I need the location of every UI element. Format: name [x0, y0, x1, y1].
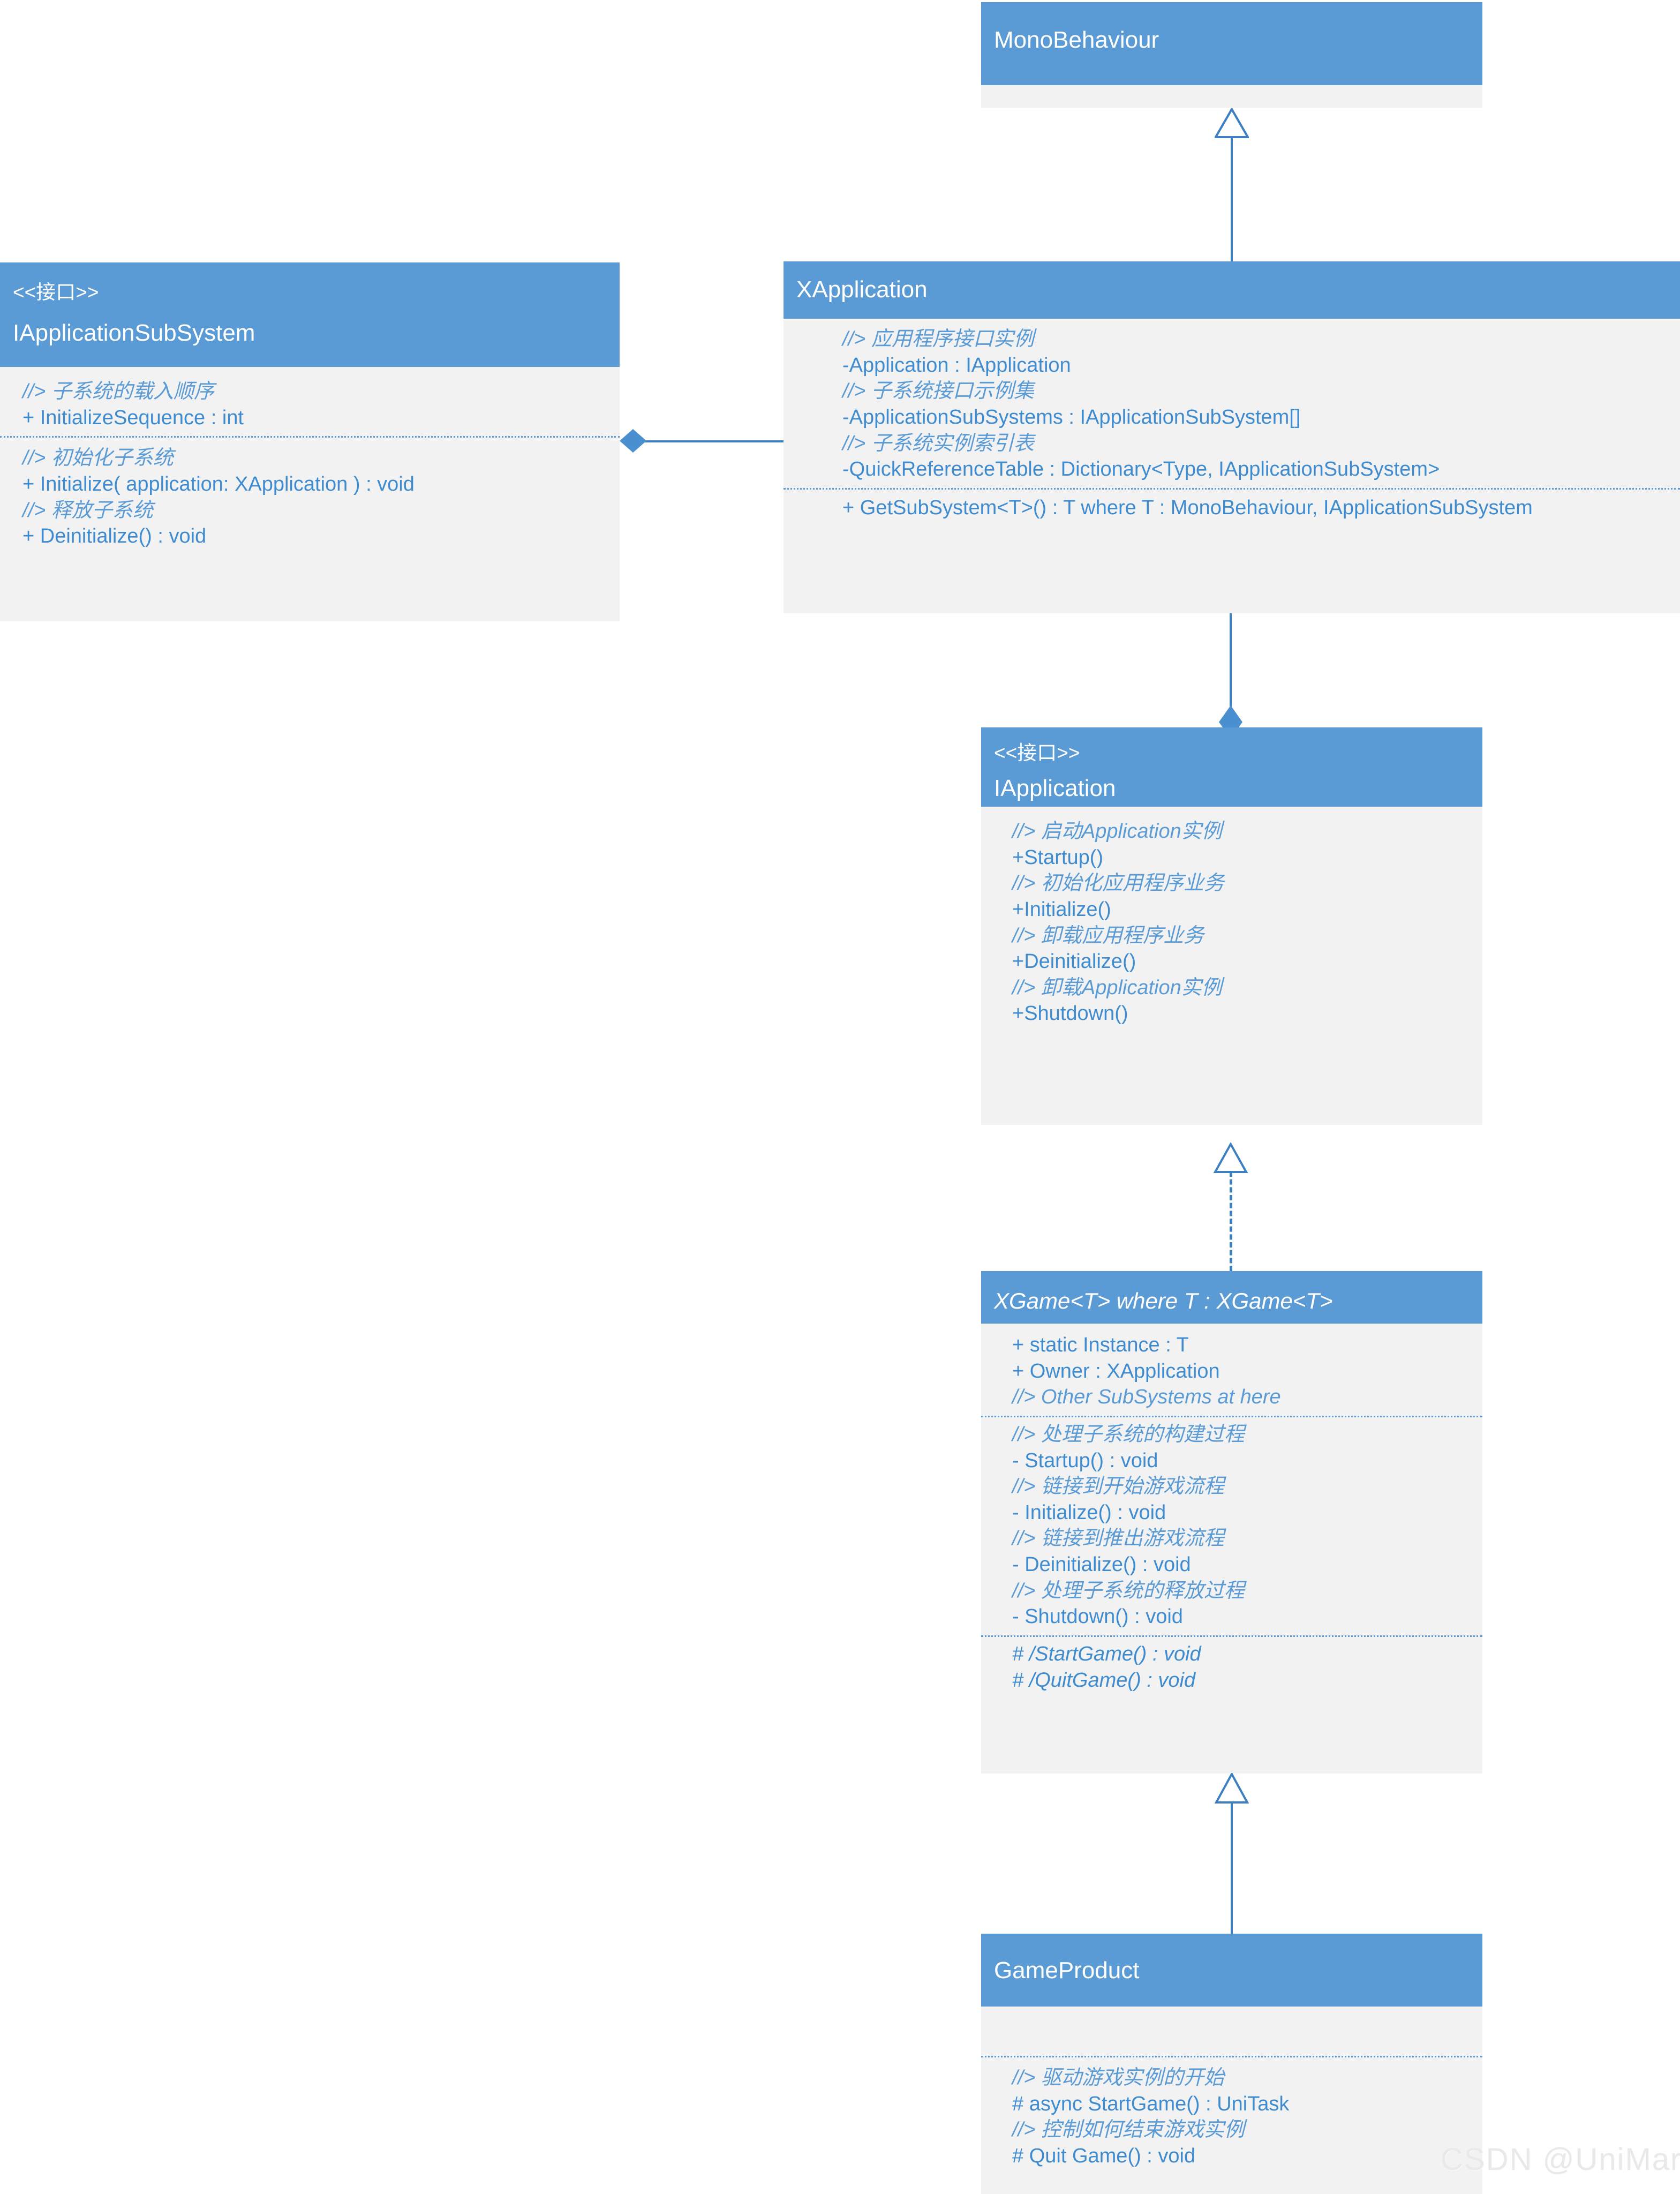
class-xgame-name: XGame<T> where T : XGame<T> — [994, 1288, 1333, 1313]
member-row: +Startup() — [1012, 846, 1104, 869]
class-iapplicationsubsystem[interactable]: <<接口>> IApplicationSubSystem //> 子系统的载入顺… — [0, 262, 620, 621]
class-iapplicationsubsystem-stereotype: <<接口>> — [13, 281, 99, 303]
class-xapplication-name: XApplication — [796, 276, 928, 303]
member-row: +Shutdown() — [1012, 1002, 1128, 1025]
member-row: //> 子系统实例索引表 — [842, 432, 1034, 455]
member-row: //> 链接到推出游戏流程 — [1012, 1527, 1224, 1550]
class-iapplicationsubsystem-name: IApplicationSubSystem — [13, 319, 255, 346]
member-row: //> 卸载Application实例 — [1012, 976, 1222, 999]
member-row: //> 初始化子系统 — [22, 447, 174, 470]
member-row: + Owner : XApplication — [1012, 1359, 1220, 1382]
generalization-arrow-monobehaviour — [1215, 108, 1249, 138]
class-gameproduct[interactable]: GameProduct //> 驱动游戏实例的开始 # async StartG… — [981, 1934, 1482, 2194]
class-xapplication-header: XApplication — [784, 261, 1680, 319]
class-xapplication-body: //> 应用程序接口实例 -Application : IApplication… — [784, 319, 1680, 613]
member-row: - Deinitialize() : void — [1012, 1553, 1191, 1576]
class-iapplication-body: //> 启动Application实例 +Startup() //> 初始化应用… — [981, 807, 1482, 1125]
compartment-operations: //> 驱动游戏实例的开始 # async StartGame() : UniT… — [981, 2056, 1482, 2175]
connector-xapplication-to-monobehaviour — [1231, 136, 1233, 261]
class-iapplicationsubsystem-body: //> 子系统的载入顺序 + InitializeSequence : int … — [0, 367, 620, 621]
class-xgame[interactable]: XGame<T> where T : XGame<T> + static Ins… — [981, 1271, 1482, 1774]
member-row: //> 释放子系统 — [22, 499, 153, 522]
member-row: # /StartGame() : void — [1012, 1642, 1201, 1665]
member-row: //> 驱动游戏实例的开始 — [1012, 2067, 1224, 2089]
compartment-attributes: + static Instance : T + Owner : XApplica… — [981, 1324, 1482, 1416]
class-iapplication-name: IApplication — [994, 775, 1116, 801]
connector-gameproduct-to-xgame — [1231, 1800, 1233, 1935]
class-xgame-header: XGame<T> where T : XGame<T> — [981, 1271, 1482, 1324]
class-monobehaviour-name: MonoBehaviour — [994, 27, 1159, 53]
compartment-attributes: //> 应用程序接口实例 -Application : IApplication… — [784, 319, 1680, 488]
member-row: + static Instance : T — [1012, 1334, 1189, 1356]
compartment-attributes: //> 子系统的载入顺序 + InitializeSequence : int — [0, 367, 620, 436]
member-row: //> 初始化应用程序业务 — [1012, 872, 1224, 895]
member-row: //> 卸载应用程序业务 — [1012, 924, 1204, 947]
member-row: + GetSubSystem<T>() : T where T : MonoBe… — [842, 496, 1533, 519]
member-row: + Deinitialize() : void — [22, 525, 207, 548]
member-row: //> 处理子系统的构建过程 — [1012, 1423, 1245, 1446]
generalization-arrow-xgame — [1215, 1773, 1249, 1804]
aggregation-diamond-iapplicationsubsystem — [620, 429, 646, 453]
compartment-attributes — [981, 2007, 1482, 2056]
member-row: + Initialize( application: XApplication … — [22, 472, 415, 495]
class-iapplicationsubsystem-header: <<接口>> IApplicationSubSystem — [0, 262, 620, 367]
connector-xapplication-to-iapplication — [1230, 613, 1232, 715]
class-gameproduct-name: GameProduct — [994, 1957, 1140, 1983]
class-xapplication[interactable]: XApplication //> 应用程序接口实例 -Application :… — [784, 261, 1680, 613]
member-row: //> 启动Application实例 — [1012, 820, 1222, 843]
member-row: -ApplicationSubSystems : IApplicationSub… — [842, 405, 1301, 429]
class-iapplication-header: <<接口>> IApplication — [981, 727, 1482, 807]
member-row: //> 处理子系统的释放过程 — [1012, 1579, 1245, 1602]
member-row: - Initialize() : void — [1012, 1501, 1166, 1524]
member-row: +Initialize() — [1012, 898, 1111, 921]
compartment-operations: //> 处理子系统的构建过程 - Startup() : void //> 链接… — [981, 1415, 1482, 1635]
class-iapplication[interactable]: <<接口>> IApplication //> 启动Application实例 … — [981, 727, 1482, 1125]
compartment-abstract-operations: # /StartGame() : void # /QuitGame() : vo… — [981, 1635, 1482, 1699]
class-monobehaviour[interactable]: MonoBehaviour — [981, 2, 1482, 108]
member-row: //> Other SubSystems at here — [1012, 1386, 1281, 1409]
member-row: # async StartGame() : UniTask — [1012, 2092, 1290, 2115]
member-row: //> 应用程序接口实例 — [842, 328, 1034, 350]
class-monobehaviour-body — [981, 85, 1482, 108]
class-iapplication-stereotype: <<接口>> — [994, 742, 1080, 764]
class-xgame-body: + static Instance : T + Owner : XApplica… — [981, 1324, 1482, 1774]
compartment-operations: + GetSubSystem<T>() : T where T : MonoBe… — [784, 487, 1680, 527]
member-row: //> 控制如何结束游戏实例 — [1012, 2118, 1245, 2142]
member-row: - Shutdown() : void — [1012, 1605, 1183, 1628]
member-row: //> 子系统接口示例集 — [842, 380, 1034, 403]
member-row: //> 子系统的载入顺序 — [22, 380, 214, 403]
connector-xgame-to-iapplication — [1230, 1171, 1232, 1271]
member-row: - Startup() : void — [1012, 1449, 1158, 1472]
member-row: + InitializeSequence : int — [22, 406, 244, 429]
member-row: +Deinitialize() — [1012, 950, 1136, 973]
member-row: //> 链接到开始游戏流程 — [1012, 1475, 1224, 1498]
class-gameproduct-header: GameProduct — [981, 1934, 1482, 2007]
class-gameproduct-body: //> 驱动游戏实例的开始 # async StartGame() : UniT… — [981, 2007, 1482, 2194]
member-row: # /QuitGame() : void — [1012, 1669, 1196, 1692]
realization-arrow-iapplication — [1213, 1143, 1248, 1173]
member-row: -Application : IApplication — [842, 354, 1071, 377]
compartment-operations: //> 启动Application实例 +Startup() //> 初始化应用… — [981, 807, 1482, 1032]
member-row: -QuickReferenceTable : Dictionary<Type, … — [842, 458, 1440, 481]
class-monobehaviour-header: MonoBehaviour — [981, 2, 1482, 85]
compartment-operations: //> 初始化子系统 + Initialize( application: XA… — [0, 436, 620, 555]
member-row: # Quit Game() : void — [1012, 2144, 1196, 2167]
csdn-watermark: CSDN @UniMark — [1441, 2142, 1680, 2177]
